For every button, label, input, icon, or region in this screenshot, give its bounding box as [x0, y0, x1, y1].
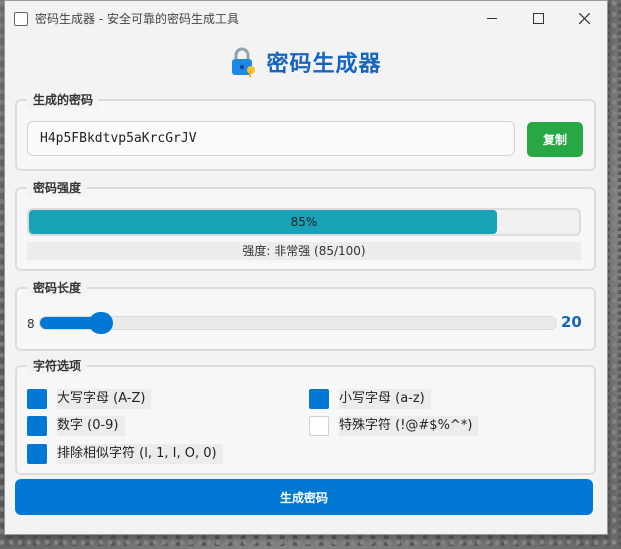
password-output-field[interactable]: H4p5FBkdtvp5aKrcGrJV — [27, 121, 515, 156]
strength-description: 强度: 非常强 (85/100) — [27, 242, 581, 260]
minimize-icon — [487, 17, 497, 19]
uppercase-label: 大写字母 (A-Z) — [57, 389, 152, 409]
generate-button[interactable]: 生成密码 — [15, 479, 593, 515]
strength-group-label: 密码强度 — [27, 179, 88, 196]
strength-percent: 85% — [290, 215, 318, 229]
option-digits[interactable]: 数字 (0-9) — [27, 414, 125, 438]
close-button[interactable] — [561, 1, 607, 35]
option-special[interactable]: 特殊字符 (!@#$%^*) — [309, 414, 479, 438]
app-header: 密码生成器 — [5, 45, 607, 79]
password-group: 生成的密码 H4p5FBkdtvp5aKrcGrJV 复制 — [15, 91, 596, 171]
lowercase-label: 小写字母 (a-z) — [339, 389, 431, 409]
copy-button[interactable]: 复制 — [527, 122, 583, 157]
title-bar[interactable]: 密码生成器 - 安全可靠的密码生成工具 — [5, 1, 607, 35]
length-group: 密码长度 8 20 — [15, 279, 596, 351]
maximize-button[interactable] — [515, 1, 561, 35]
window-title: 密码生成器 - 安全可靠的密码生成工具 — [35, 12, 239, 26]
digits-checkbox[interactable] — [27, 416, 47, 436]
length-slider[interactable] — [39, 312, 557, 334]
app-icon — [14, 12, 28, 26]
lowercase-checkbox[interactable] — [309, 389, 329, 409]
special-checkbox[interactable] — [309, 416, 329, 436]
password-group-label: 生成的密码 — [27, 91, 100, 108]
option-exclude-similar[interactable]: 排除相似字符 (l, 1, I, O, 0) — [27, 442, 223, 466]
exclude-similar-checkbox[interactable] — [27, 444, 47, 464]
strength-group: 密码强度 85% 强度: 非常强 (85/100) — [15, 179, 596, 271]
length-value: 20 — [561, 313, 582, 331]
minimize-button[interactable] — [469, 1, 515, 35]
exclude-similar-label: 排除相似字符 (l, 1, I, O, 0) — [57, 444, 223, 464]
option-uppercase[interactable]: 大写字母 (A-Z) — [27, 387, 152, 411]
options-group: 字符选项 大写字母 (A-Z) 小写字母 (a-z) 数字 (0-9) 特殊字符… — [15, 357, 596, 475]
strength-progress-bar: 85% — [27, 208, 581, 236]
option-lowercase[interactable]: 小写字母 (a-z) — [309, 387, 431, 411]
lock-icon — [232, 47, 256, 77]
close-icon — [578, 12, 590, 24]
uppercase-checkbox[interactable] — [27, 389, 47, 409]
digits-label: 数字 (0-9) — [57, 416, 125, 436]
length-slider-handle[interactable] — [89, 312, 114, 334]
app-window: 密码生成器 - 安全可靠的密码生成工具 密码生成器 生成的密码 H4p5FBkd… — [4, 0, 608, 535]
length-group-label: 密码长度 — [27, 279, 88, 296]
special-label: 特殊字符 (!@#$%^*) — [339, 416, 479, 436]
length-min-label: 8 — [27, 317, 35, 331]
maximize-icon — [532, 12, 544, 24]
page-title: 密码生成器 — [266, 52, 382, 77]
options-group-label: 字符选项 — [27, 357, 88, 374]
